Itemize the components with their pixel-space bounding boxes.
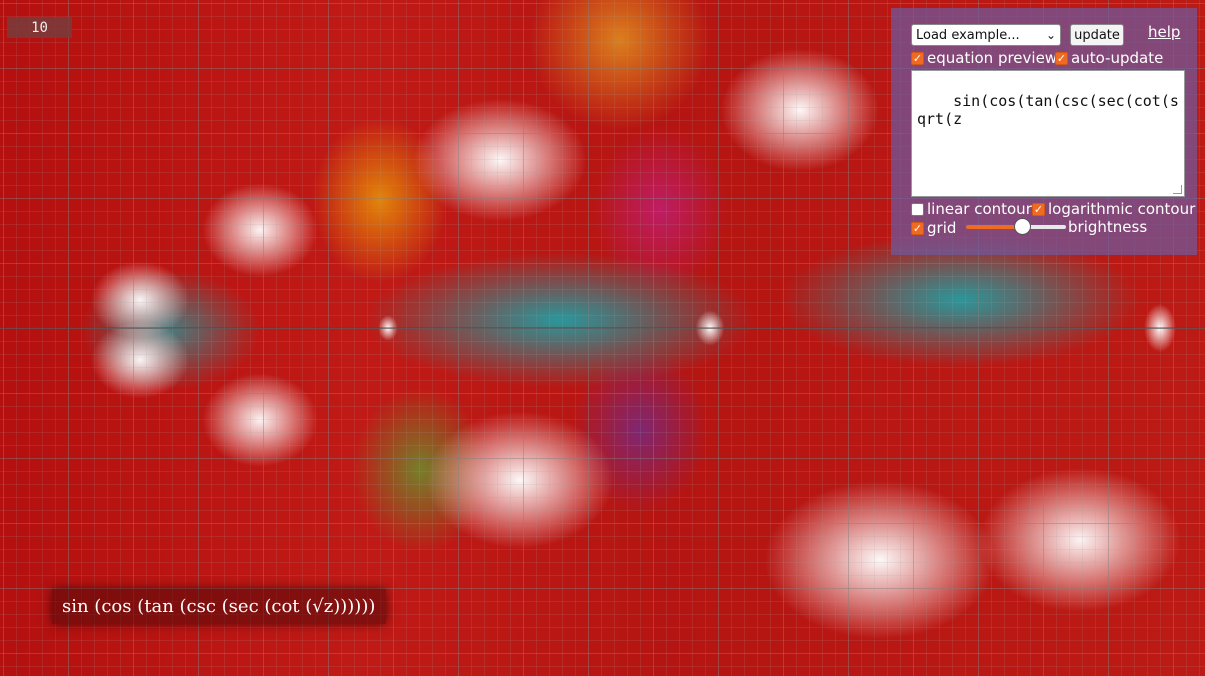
brightness-slider[interactable]	[966, 218, 1066, 235]
chevron-down-icon: ⌄	[1045, 28, 1056, 42]
linear-contour-toggle[interactable]: linear contour	[911, 200, 1032, 218]
help-link[interactable]: help	[1148, 23, 1180, 41]
example-select[interactable]: Load example... ⌄	[911, 24, 1061, 46]
resize-handle[interactable]	[1173, 185, 1182, 194]
logarithmic-contour-checkbox[interactable]: ✓	[1032, 202, 1045, 216]
auto-update-toggle[interactable]: ✓ auto-update	[1055, 49, 1163, 67]
logarithmic-contour-toggle[interactable]: ✓ logarithmic contour	[1032, 200, 1195, 218]
control-panel: Load example... ⌄ update help ✓ equation…	[891, 8, 1197, 255]
equation-preview-checkbox[interactable]: ✓	[911, 51, 924, 65]
linear-contour-checkbox[interactable]	[911, 202, 924, 216]
update-button[interactable]: update	[1070, 24, 1124, 46]
brightness-slider-thumb[interactable]	[1014, 218, 1031, 235]
zoom-level-indicator: 10	[7, 17, 72, 38]
grid-checkbox[interactable]: ✓	[911, 221, 924, 235]
grid-label: grid	[927, 219, 957, 237]
equation-preview-label: equation preview	[927, 49, 1058, 67]
equation-preview: sin (cos (tan (csc (sec (cot (√z))))))	[52, 589, 386, 624]
equation-input[interactable]: sin(cos(tan(csc(sec(cot(sqrt(z	[911, 70, 1185, 197]
example-select-value: Load example...	[916, 27, 1020, 43]
linear-contour-label: linear contour	[927, 200, 1032, 218]
equation-preview-text: sin (cos (tan (csc (sec (cot (√z))))))	[62, 596, 376, 617]
auto-update-label: auto-update	[1071, 49, 1164, 67]
brightness-label: brightness	[1068, 218, 1148, 236]
logarithmic-contour-label: logarithmic contour	[1048, 200, 1196, 218]
auto-update-checkbox[interactable]: ✓	[1055, 51, 1068, 65]
real-axis	[0, 327, 1205, 329]
grid-toggle[interactable]: ✓ grid	[911, 219, 956, 237]
equation-preview-toggle[interactable]: ✓ equation preview	[911, 49, 1057, 67]
equation-text: sin(cos(tan(csc(sec(cot(sqrt(z	[917, 92, 1179, 128]
